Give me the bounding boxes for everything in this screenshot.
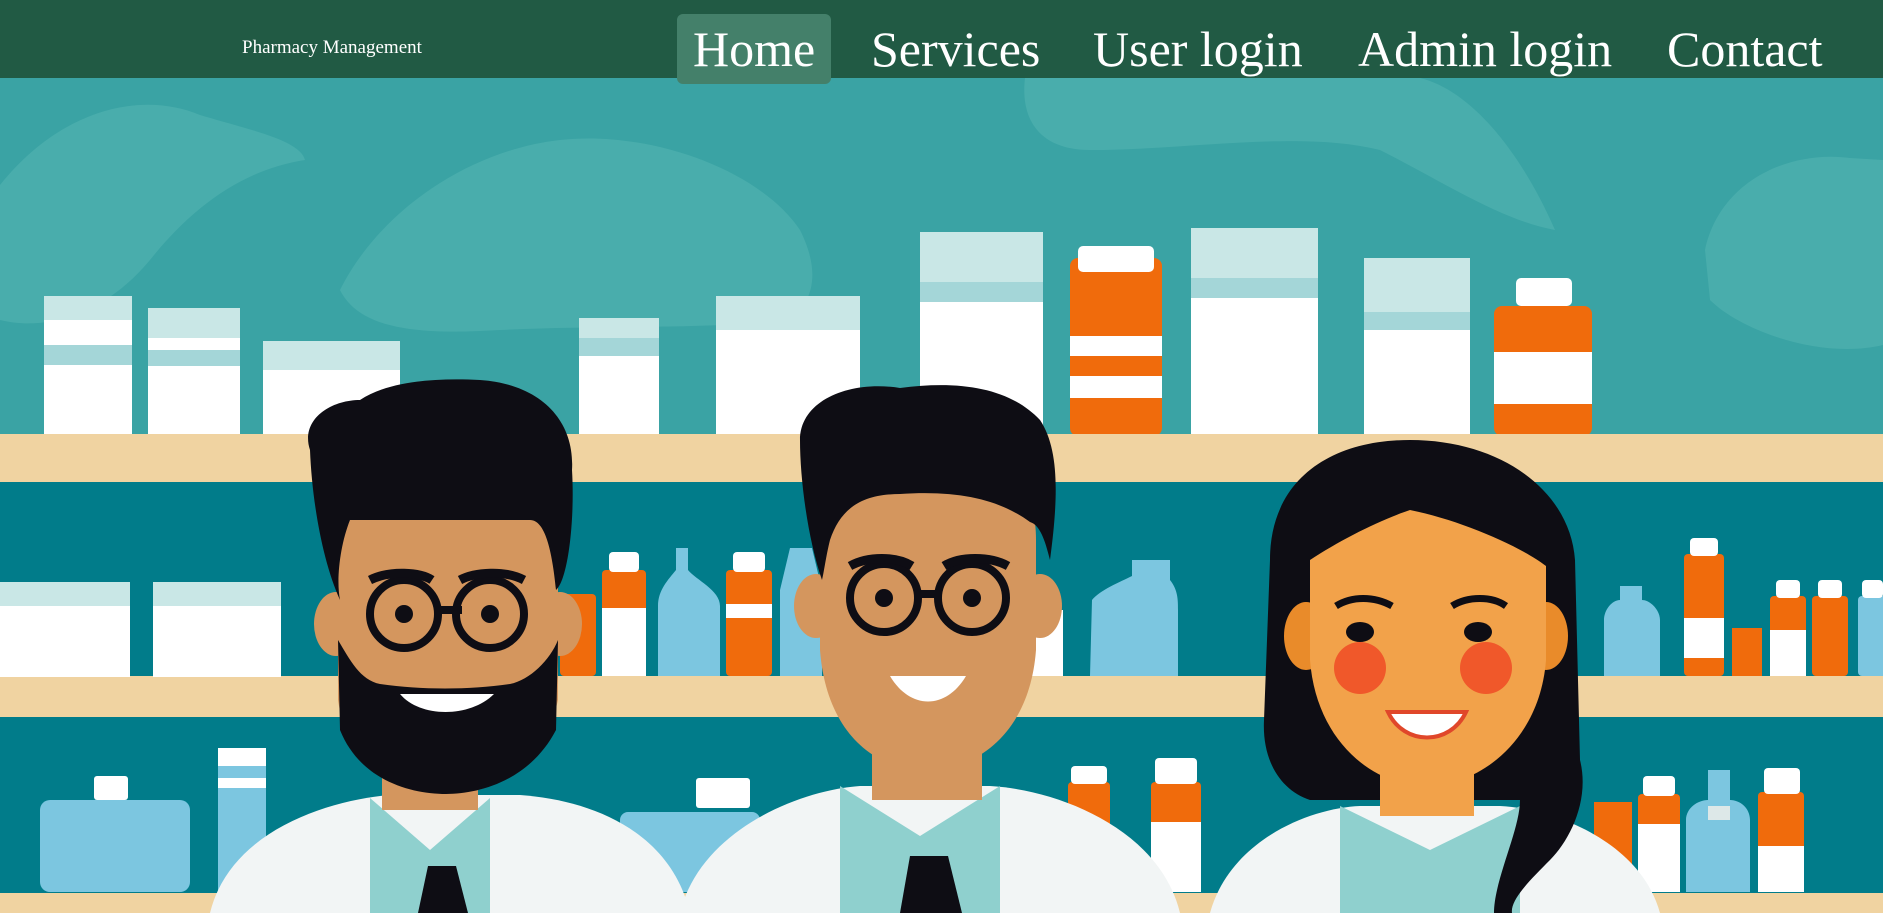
nav-services[interactable]: Services: [855, 14, 1056, 84]
brand-title[interactable]: Pharmacy Management: [242, 37, 422, 59]
nav-user-login[interactable]: User login: [1077, 14, 1319, 84]
hero-illustration: [0, 78, 1883, 913]
nav-contact[interactable]: Contact: [1651, 14, 1839, 84]
nav-admin-login[interactable]: Admin login: [1342, 14, 1628, 84]
nav-home[interactable]: Home: [677, 14, 832, 84]
navbar: Pharmacy Management Home Services User l…: [0, 0, 1883, 84]
